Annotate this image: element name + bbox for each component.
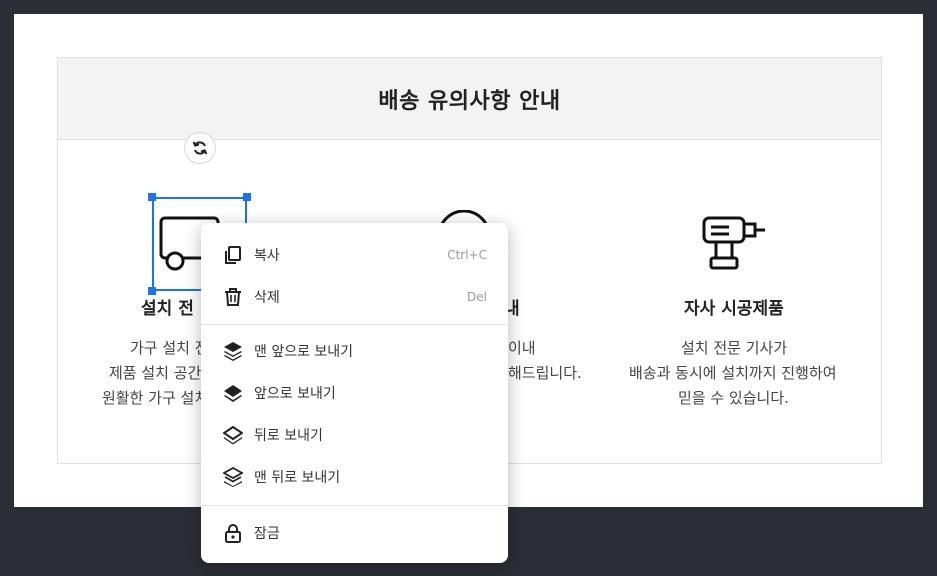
bring-forward-icon [222,382,244,404]
column-1-title: 설치 전 [141,299,194,319]
menu-divider [201,324,508,325]
column-1-line-3: 원활한 가구 설치 [102,389,209,407]
menu-item-send-backward[interactable]: 뒤로 보내기 [201,415,508,455]
column-3-line-1: 설치 전문 기사가 [681,339,788,357]
column-3-line-3: 믿을 수 있습니다. [678,389,789,407]
menu-item-copy-label: 복사 [254,248,280,264]
column-2-line-2: 해드립니다. [508,364,582,382]
menu-item-bring-to-front[interactable]: 맨 앞으로 보내기 [201,331,508,371]
menu-item-delete[interactable]: 삭제 Del [201,277,508,317]
menu-item-send-to-back[interactable]: 맨 뒤로 보내기 [201,457,508,497]
menu-item-copy-shortcut: Ctrl+C [447,248,487,262]
notice-title: 배송 유의사항 안내 [378,88,561,114]
rotate-icon [192,141,208,155]
column-3-title: 자사 시공제품 [684,299,784,319]
menu-item-send-backward-label: 뒤로 보내기 [254,428,323,444]
menu-item-bring-forward-label: 앞으로 보내기 [254,386,336,402]
menu-item-send-to-back-label: 맨 뒤로 보내기 [254,470,341,486]
bring-to-front-icon [222,340,244,362]
send-backward-icon [222,424,244,446]
column-1-line-1: 가구 설치 전 [130,339,209,357]
resize-handle-top-left[interactable] [148,193,156,201]
send-to-back-icon [222,466,244,488]
menu-item-lock[interactable]: 잠금 [201,513,508,553]
column-3-line-2: 배송과 동시에 설치까지 진행하여 [629,364,837,382]
drill-icon [699,214,769,272]
menu-item-delete-label: 삭제 [254,290,280,306]
trash-icon [222,286,244,308]
menu-item-delete-shortcut: Del [467,290,487,304]
context-menu: 복사 Ctrl+C 삭제 Del 맨 앞으로 보내기 앞으로 보내기 뒤로 보내… [201,223,508,563]
notice-header: 배송 유의사항 안내 [58,58,881,140]
menu-item-bring-forward[interactable]: 앞으로 보내기 [201,373,508,413]
column-2-line-1: 이내 [508,339,536,357]
column-1-line-2: 제품 설치 공간 [109,364,202,382]
menu-divider [201,505,508,506]
rotate-handle[interactable] [184,132,216,164]
lock-icon [222,522,244,544]
resize-handle-top-right[interactable] [243,193,251,201]
resize-handle-bottom-left[interactable] [148,287,156,295]
menu-item-bring-to-front-label: 맨 앞으로 보내기 [254,344,354,360]
menu-item-lock-label: 잠금 [254,526,280,542]
copy-icon [222,244,244,266]
menu-item-copy[interactable]: 복사 Ctrl+C [201,235,508,275]
